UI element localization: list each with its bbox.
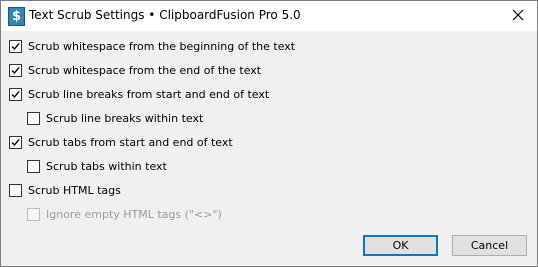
close-icon xyxy=(512,9,524,21)
checkbox-scrub-whitespace-end[interactable] xyxy=(9,63,22,77)
option-label: Scrub tabs from start and end of text xyxy=(28,135,233,149)
text-scrub-settings-dialog: $ Text Scrub Settings • ClipboardFusion … xyxy=(0,0,538,267)
checkmark-icon xyxy=(11,138,20,146)
checkmark-icon xyxy=(11,66,20,74)
option-scrub-whitespace-end[interactable]: Scrub whitespace from the end of the tex… xyxy=(9,62,261,78)
option-label: Scrub line breaks within text xyxy=(46,111,204,125)
option-label: Scrub HTML tags xyxy=(28,183,121,197)
option-label: Scrub tabs within text xyxy=(46,159,167,173)
checkbox-scrub-line-breaks-start-end[interactable] xyxy=(9,87,22,101)
option-scrub-html-tags[interactable]: Scrub HTML tags xyxy=(9,182,121,198)
cancel-button[interactable]: Cancel xyxy=(452,235,527,256)
option-scrub-line-breaks-start-end[interactable]: Scrub line breaks from start and end of … xyxy=(9,86,269,102)
window-title: Text Scrub Settings • ClipboardFusion Pr… xyxy=(29,8,301,22)
clipboardfusion-app-icon: $ xyxy=(8,7,25,26)
option-label: Scrub line breaks from start and end of … xyxy=(28,87,270,101)
option-label: Scrub whitespace from the end of the tex… xyxy=(28,63,262,77)
checkmark-icon xyxy=(11,90,20,98)
option-label: Ignore empty HTML tags ("<>") xyxy=(46,207,222,221)
option-ignore-empty-html-tags: Ignore empty HTML tags ("<>") xyxy=(27,206,222,222)
ok-button[interactable]: OK xyxy=(363,235,438,256)
checkbox-scrub-tabs-start-end[interactable] xyxy=(9,135,22,149)
checkmark-icon xyxy=(11,42,20,50)
option-scrub-line-breaks-within[interactable]: Scrub line breaks within text xyxy=(27,110,203,126)
option-scrub-tabs-within[interactable]: Scrub tabs within text xyxy=(27,158,167,174)
option-scrub-tabs-start-end[interactable]: Scrub tabs from start and end of text xyxy=(9,134,233,150)
checkbox-scrub-tabs-within[interactable] xyxy=(27,159,40,173)
checkbox-ignore-empty-html-tags xyxy=(27,207,40,221)
checkbox-scrub-line-breaks-within[interactable] xyxy=(27,111,40,125)
checkbox-scrub-html-tags[interactable] xyxy=(9,183,22,197)
close-button[interactable] xyxy=(503,1,533,29)
option-scrub-whitespace-beginning[interactable]: Scrub whitespace from the beginning of t… xyxy=(9,38,295,54)
title-bar[interactable]: $ Text Scrub Settings • ClipboardFusion … xyxy=(1,1,537,31)
option-label: Scrub whitespace from the beginning of t… xyxy=(28,39,296,53)
checkbox-scrub-whitespace-beginning[interactable] xyxy=(9,39,22,53)
